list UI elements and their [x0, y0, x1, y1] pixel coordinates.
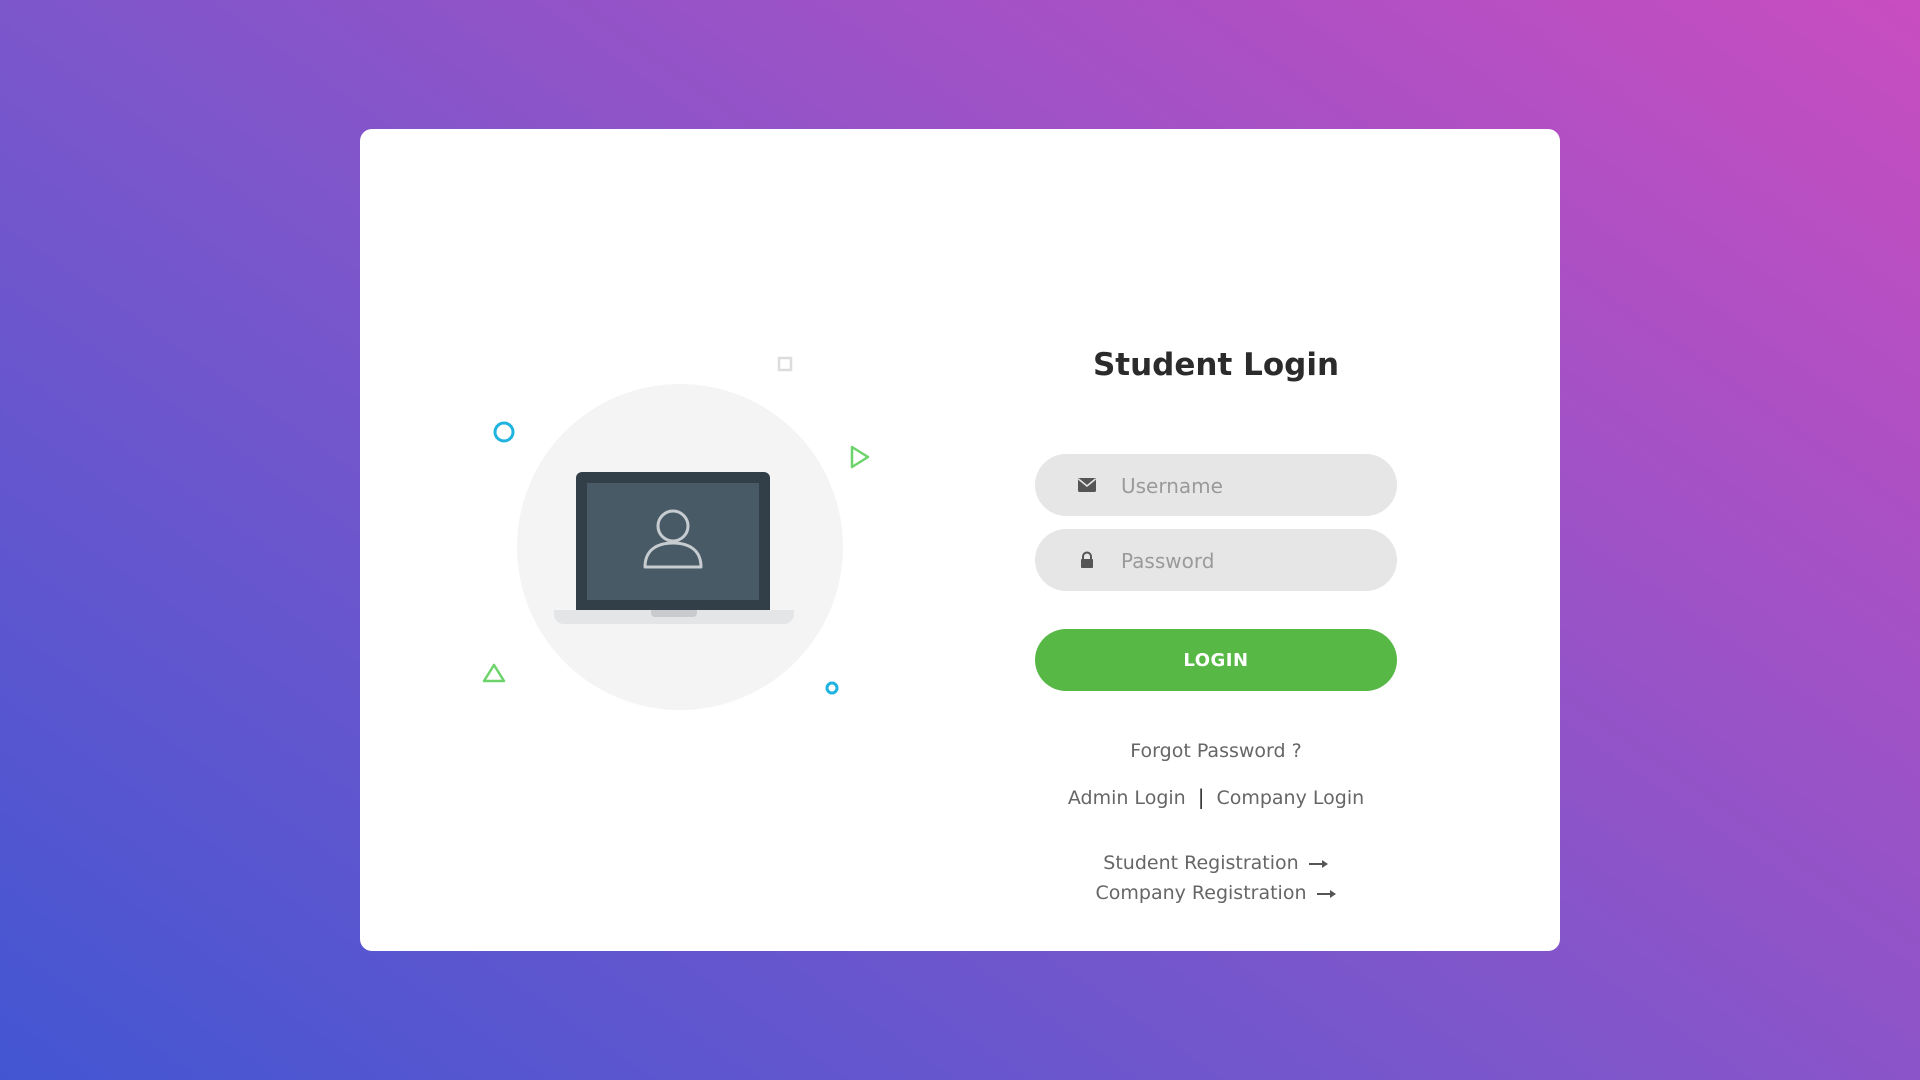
alternate-login-row: Admin Login | Company Login — [1035, 785, 1397, 809]
login-card: Student Login LOGIN Forgot Password ? Ad… — [360, 129, 1560, 951]
company-registration-link[interactable]: Company Registration — [1095, 882, 1336, 904]
arrow-right-icon — [1308, 859, 1328, 868]
student-registration-link[interactable]: Student Registration — [1103, 852, 1328, 874]
company-login-link[interactable]: Company Login — [1216, 787, 1364, 809]
laptop-notch — [651, 610, 697, 617]
login-button[interactable]: LOGIN — [1035, 629, 1397, 691]
laptop-base — [554, 610, 794, 624]
student-registration-row: Student Registration — [1035, 852, 1397, 874]
laptop-icon — [576, 472, 770, 610]
company-registration-label: Company Registration — [1095, 882, 1307, 904]
student-registration-label: Student Registration — [1103, 852, 1299, 874]
lock-icon — [1081, 551, 1093, 568]
login-illustration — [360, 129, 960, 951]
forgot-password-link[interactable]: Forgot Password ? — [1130, 740, 1301, 762]
envelope-icon — [1077, 478, 1097, 492]
login-form: Student Login LOGIN Forgot Password ? Ad… — [1035, 129, 1397, 951]
company-registration-row: Company Registration — [1035, 882, 1397, 904]
forgot-password-row: Forgot Password ? — [1035, 740, 1397, 762]
triangle-decoration-icon — [482, 663, 506, 683]
password-input[interactable] — [1119, 529, 1383, 593]
password-field[interactable] — [1035, 529, 1397, 593]
small-circle-decoration-icon — [825, 681, 839, 695]
username-input[interactable] — [1119, 454, 1383, 518]
user-icon — [643, 509, 703, 569]
laptop-display — [587, 483, 759, 600]
page-title: Student Login — [1092, 347, 1340, 383]
square-decoration-icon — [777, 356, 793, 372]
link-separator: | — [1197, 785, 1205, 809]
admin-login-link[interactable]: Admin Login — [1068, 787, 1186, 809]
play-triangle-decoration-icon — [850, 445, 870, 469]
circle-decoration-icon — [493, 421, 515, 443]
arrow-right-icon — [1316, 889, 1336, 898]
username-field[interactable] — [1035, 454, 1397, 518]
